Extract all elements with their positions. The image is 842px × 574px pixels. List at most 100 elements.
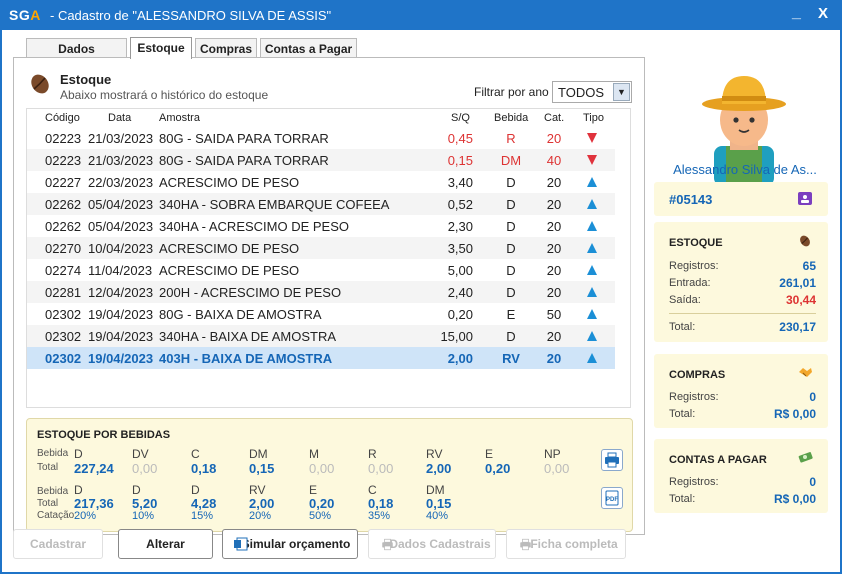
tab-dados-cadastrais[interactable]: Dados cadastrais <box>26 38 127 70</box>
bebida-total: 4,28 <box>191 496 217 511</box>
year-filter-value: TODOS <box>558 85 604 100</box>
section-subtitle: Abaixo mostrará o histórico do estoque <box>60 88 269 102</box>
tab-contas-a-pagar[interactable]: Contas a Pagar <box>260 38 357 58</box>
table-row[interactable]: 02270 10/04/2023 ACRESCIMO DE PESO 3,50 D 20 <box>27 237 615 259</box>
bebida-type: E <box>485 447 494 461</box>
cell-amostra: 80G - BAIXA DE AMOSTRA <box>159 307 322 322</box>
dados-cadastrais-label: Dados Cadastrais <box>389 537 491 551</box>
estoque-saida-value: 30,44 <box>785 293 816 307</box>
bebida-type: NP <box>544 447 561 461</box>
row1-label-total: Total <box>37 462 59 473</box>
section-title: Estoque <box>60 72 112 87</box>
table-row[interactable]: 02262 05/04/2023 340HA - SOBRA EMBARQUE CO… <box>27 193 615 215</box>
arrow-up-icon <box>587 243 597 253</box>
bebida-total: 0,00 <box>132 461 158 476</box>
compras-registros-label: Registros: <box>669 391 719 403</box>
year-filter-select[interactable]: TODOS ▼ <box>552 81 632 103</box>
bebida-total: 2,00 <box>249 496 275 511</box>
estoque-panel: Estoque Abaixo mostrará o histórico do e… <box>13 57 645 535</box>
bebida-total: 0,20 <box>309 496 335 511</box>
arrow-up-icon <box>587 265 597 275</box>
coffee-bean-icon <box>31 74 49 94</box>
user-id: #05143 <box>669 192 713 207</box>
grid-header: Código Data Amostra S/Q Bebida Cat. Tipo <box>27 109 627 127</box>
arrow-up-icon <box>587 353 597 363</box>
cell-amostra: 403H - BAIXA DE AMOSTRA <box>159 351 333 366</box>
table-row[interactable]: 02281 12/04/2023 200H - ACRESCIMO DE PESO 2… <box>27 281 615 303</box>
pdf-export-button[interactable]: PDF <box>601 487 623 509</box>
bebida-total: 217,36 <box>74 496 114 511</box>
arrow-up-icon <box>587 221 597 231</box>
stock-history-grid[interactable]: Código Data Amostra S/Q Bebida Cat. Tipo… <box>26 108 631 408</box>
pdf-icon: PDF <box>605 490 619 506</box>
simular-orcamento-button[interactable]: Simular orçamento <box>222 529 358 559</box>
table-row[interactable]: 02227 22/03/2023 ACRESCIMO DE PESO 3,40 D 20 <box>27 171 615 193</box>
minimize-button[interactable]: _ <box>792 4 801 22</box>
table-row[interactable]: 02262 05/04/2023 340HA - ACRESCIMO DE PESO… <box>27 215 615 237</box>
alterar-button[interactable]: Alterar <box>118 529 213 559</box>
app-logo: SGA <box>9 7 41 23</box>
close-button[interactable]: X <box>818 5 828 22</box>
title-bar: SGA - Cadastro de "ALESSANDRO SILVA DE A… <box>0 0 842 30</box>
cadastrar-button[interactable]: Cadastrar <box>13 529 103 559</box>
bebida-catacao: 10% <box>132 510 155 522</box>
dados-cadastrais-button[interactable]: Dados Cadastrais <box>368 529 496 559</box>
table-row[interactable]: 02223 21/03/2023 80G - SAIDA PARA TORRAR 0,… <box>27 127 615 149</box>
bebida-type: E <box>309 483 318 497</box>
estoque-saida-label: Saída: <box>669 294 701 306</box>
print-button[interactable] <box>601 449 623 471</box>
bebida-catacao: 35% <box>368 510 391 522</box>
cell-cat: 40 <box>546 153 562 168</box>
bebida-total: 227,24 <box>74 461 114 476</box>
cell-codigo: 02262 <box>45 197 82 212</box>
arrow-up-icon <box>587 177 597 187</box>
cell-cat: 20 <box>546 263 562 278</box>
bebida-total: 5,20 <box>132 496 158 511</box>
table-row[interactable]: 02223 21/03/2023 80G - SAIDA PARA TORRAR 0,… <box>27 149 615 171</box>
arrow-up-icon <box>587 331 597 341</box>
bebida-catacao: 40% <box>426 510 449 522</box>
tab-compras[interactable]: Compras <box>195 38 257 58</box>
row2-label-bebida: Bebida <box>37 486 69 497</box>
handshake-icon <box>799 368 812 377</box>
bebida-type: DM <box>426 483 445 497</box>
col-tipo[interactable]: Tipo <box>583 112 604 124</box>
table-row[interactable]: 02274 11/04/2023 ACRESCIMO DE PESO 5,00 D 20 <box>27 259 615 281</box>
window-title: - Cadastro de "ALESSANDRO SILVA DE ASSIS… <box>50 8 332 23</box>
estoque-summary-card: ESTOQUE Registros: 65 Entrada: 261,01 Sa… <box>654 222 828 342</box>
cell-cat: 20 <box>546 329 562 344</box>
bebida-type: D <box>74 483 83 497</box>
arrow-up-icon <box>587 199 597 209</box>
cell-codigo: 02302 <box>45 329 82 344</box>
table-row[interactable]: 02302 19/04/2023 340HA - BAIXA DE AMOSTRA 1… <box>27 325 615 347</box>
col-codigo[interactable]: Código <box>45 112 80 124</box>
col-data[interactable]: Data <box>108 112 131 124</box>
cell-sq: 0,20 <box>447 307 473 322</box>
col-bebida[interactable]: Bebida <box>494 112 528 124</box>
chevron-down-icon[interactable]: ▼ <box>613 83 630 101</box>
cell-bebida: D <box>506 263 516 278</box>
bebida-total: 0,18 <box>191 461 217 476</box>
cell-data: 19/04/2023 <box>88 307 154 322</box>
cell-sq: 15,00 <box>440 329 473 344</box>
ficha-completa-button[interactable]: Ficha completa <box>506 529 626 559</box>
row2-label-total: Total <box>37 498 59 509</box>
cell-data: 21/03/2023 <box>88 153 154 168</box>
table-row[interactable]: 02302 19/04/2023 80G - BAIXA DE AMOSTRA 0,2… <box>27 303 615 325</box>
cell-data: 19/04/2023 <box>88 329 154 344</box>
cell-bebida: DM <box>500 153 522 168</box>
col-cat[interactable]: Cat. <box>544 112 564 124</box>
tab-estoque[interactable]: Estoque <box>130 37 192 59</box>
contas-summary-title: CONTAS A PAGAR <box>669 454 767 466</box>
cell-data: 05/04/2023 <box>88 219 154 234</box>
col-sq[interactable]: S/Q <box>451 112 470 124</box>
bebida-catacao: 20% <box>249 510 272 522</box>
cell-codigo: 02302 <box>45 307 82 322</box>
bebida-catacao: 20% <box>74 510 97 522</box>
cell-codigo: 02302 <box>45 351 82 366</box>
bebida-type: RV <box>249 483 266 497</box>
table-row[interactable]: 02302 19/04/2023 403H - BAIXA DE AMOSTRA 2,… <box>27 347 615 369</box>
col-amostra[interactable]: Amostra <box>159 112 200 124</box>
printer-icon <box>382 538 393 551</box>
cell-amostra: ACRESCIMO DE PESO <box>159 175 300 190</box>
